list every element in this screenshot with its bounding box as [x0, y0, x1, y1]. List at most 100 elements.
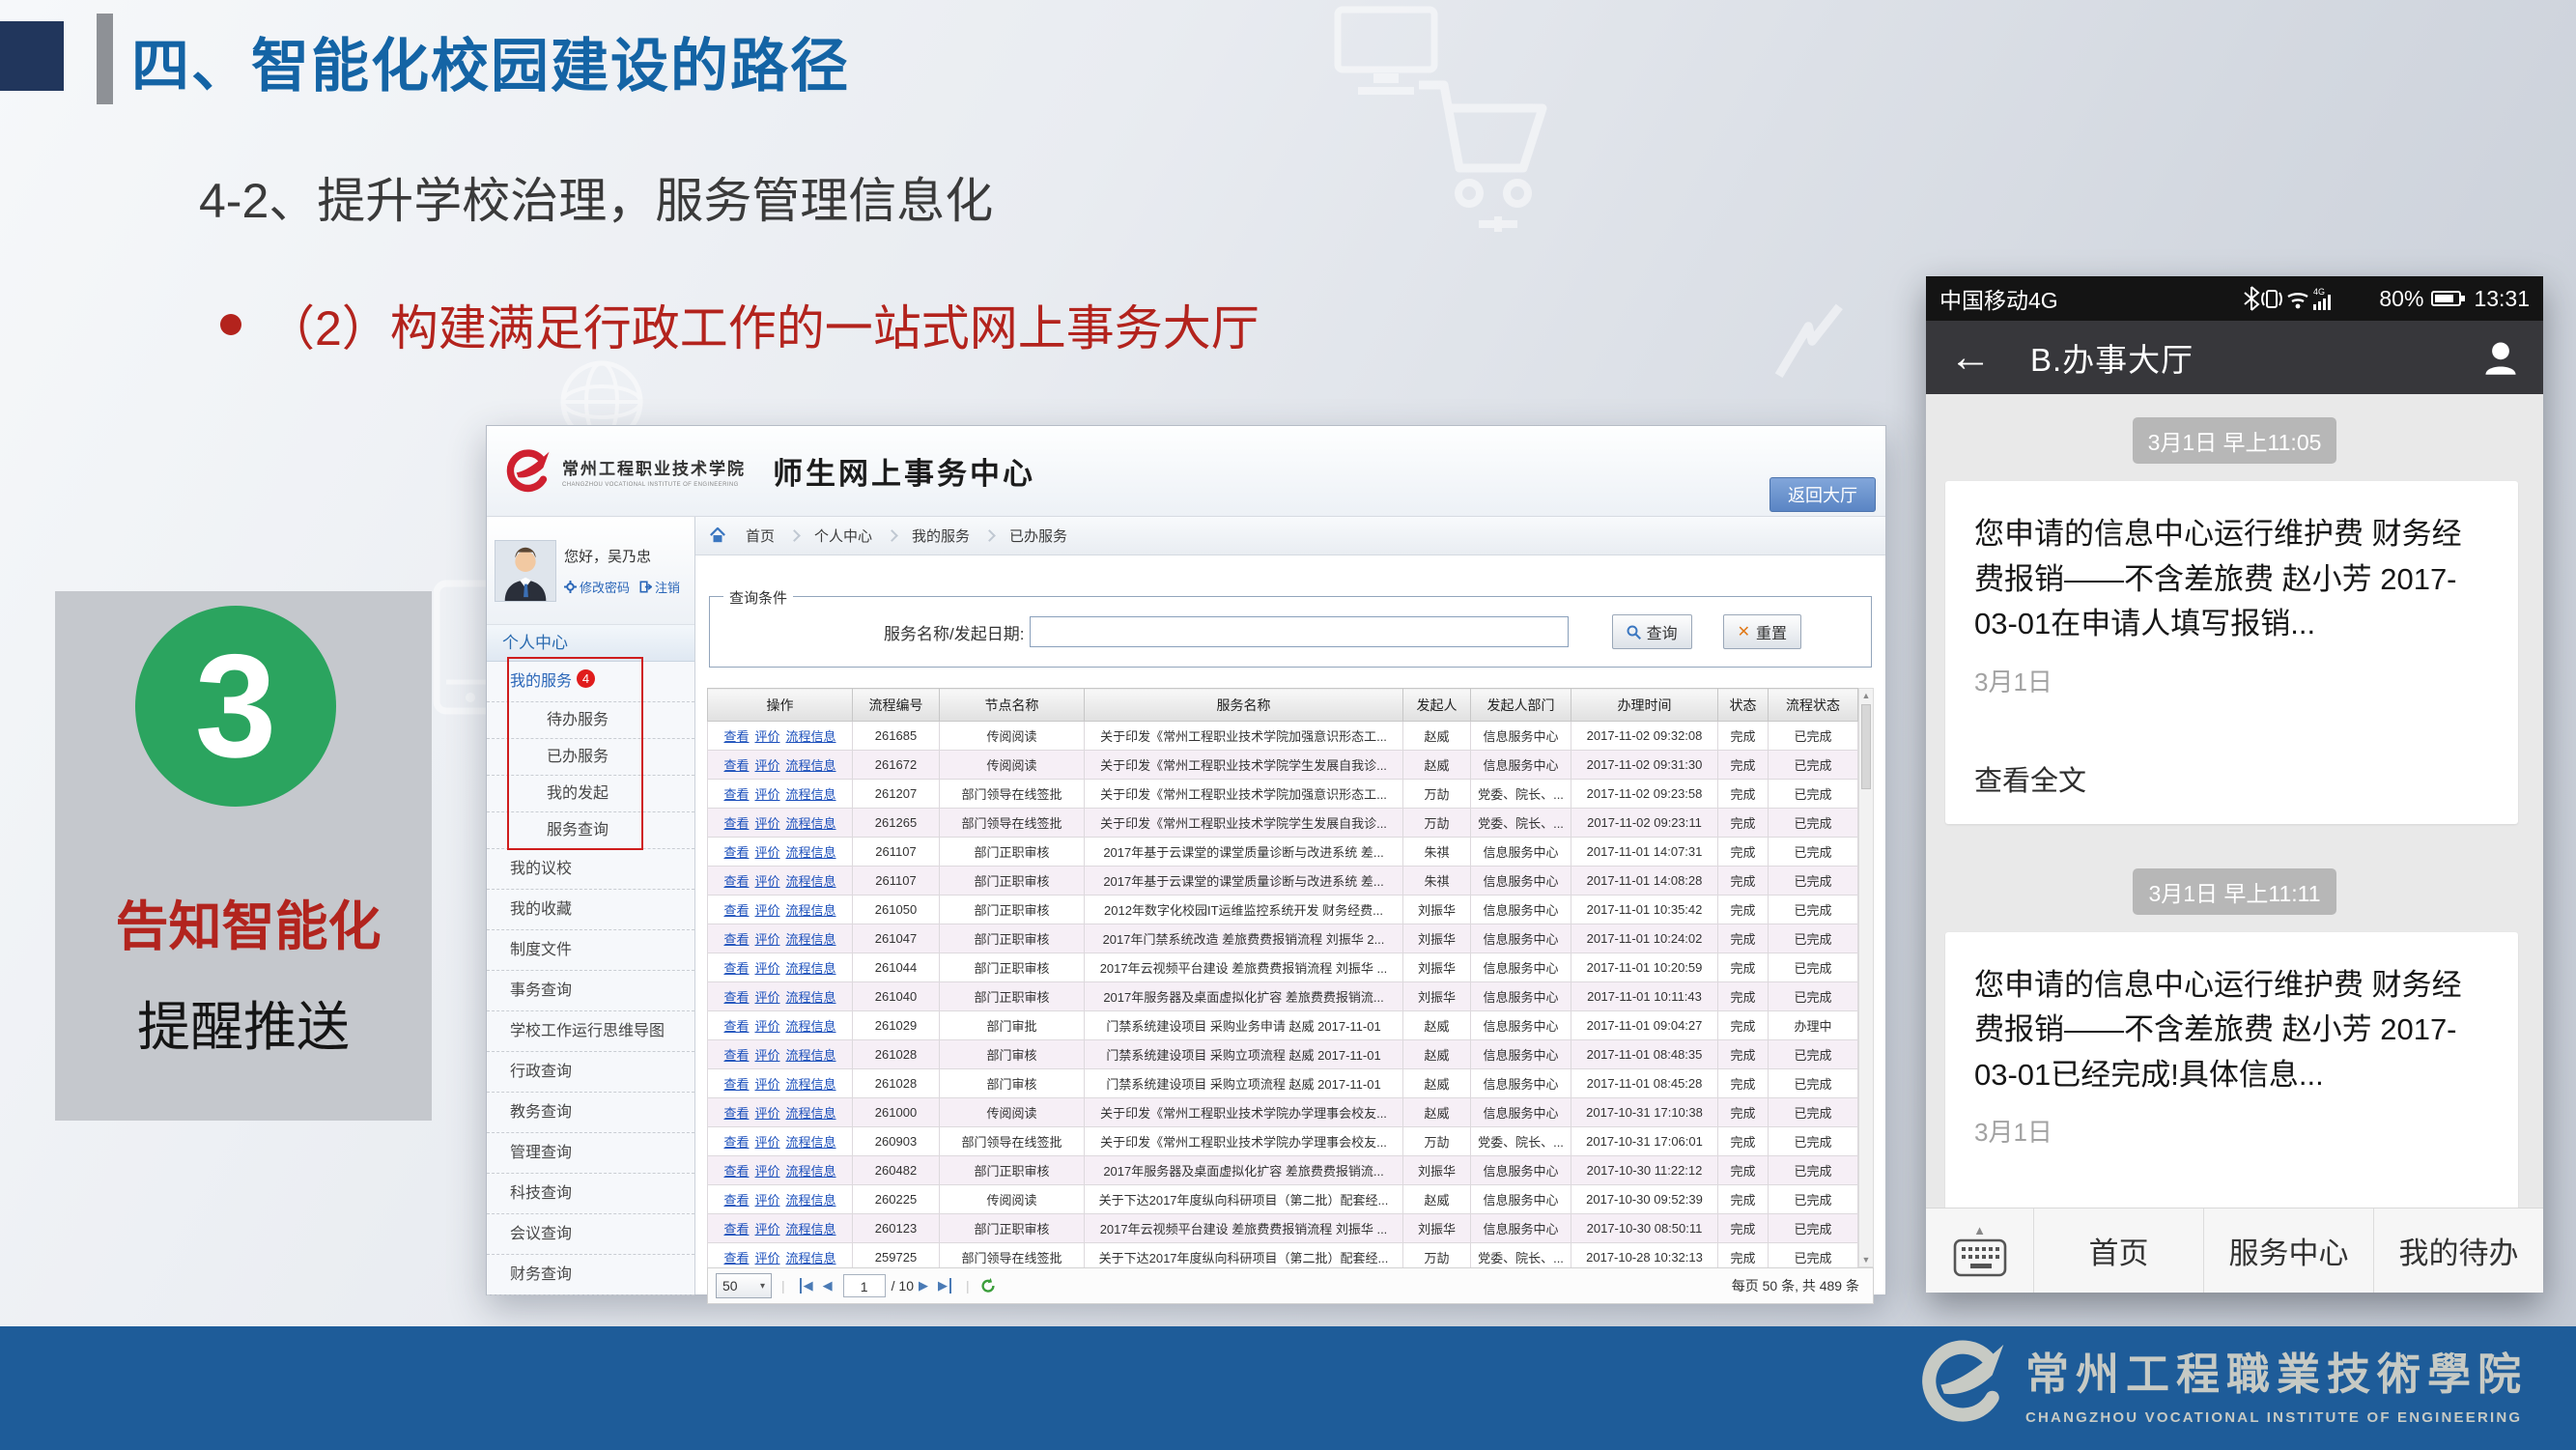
next-page-button[interactable]: ▶	[919, 1278, 928, 1294]
row-action-link[interactable]: 评价	[754, 787, 779, 802]
row-action-link[interactable]: 评价	[754, 1106, 779, 1121]
sidebar-item[interactable]: 制度文件	[487, 930, 694, 971]
row-action-link[interactable]: 查看	[723, 1222, 749, 1237]
sidebar-section-personal-center[interactable]: 个人中心	[487, 625, 694, 662]
row-action-link[interactable]: 流程信息	[786, 729, 836, 744]
row-action-link[interactable]: 查看	[723, 1019, 749, 1034]
breadcrumb-item[interactable]: 我的服务	[896, 526, 985, 546]
page-size-select[interactable]: 50▾	[716, 1273, 772, 1298]
search-button[interactable]: 查询	[1612, 614, 1692, 649]
row-action-link[interactable]: 评价	[754, 932, 779, 947]
phone-tab-首页[interactable]: 首页	[2034, 1208, 2204, 1293]
row-action-link[interactable]: 流程信息	[786, 1048, 836, 1063]
row-action-link[interactable]: 流程信息	[786, 961, 836, 976]
row-action-link[interactable]: 流程信息	[786, 932, 836, 947]
row-action-link[interactable]: 查看	[723, 1193, 749, 1208]
sidebar-item[interactable]: 科技查询	[487, 1174, 694, 1214]
row-action-link[interactable]: 流程信息	[786, 1135, 836, 1150]
last-page-button[interactable]: ▶	[938, 1278, 951, 1294]
sidebar-item[interactable]: 学校工作运行思维导图	[487, 1011, 694, 1052]
row-action-link[interactable]: 评价	[754, 1222, 779, 1237]
row-action-link[interactable]: 评价	[754, 990, 779, 1005]
breadcrumb-item[interactable]: 已办服务	[994, 526, 1083, 546]
sidebar-subitem[interactable]: 服务查询	[487, 812, 694, 849]
row-action-link[interactable]: 查看	[723, 729, 749, 744]
first-page-button[interactable]: ◀	[800, 1278, 813, 1294]
sidebar-subitem[interactable]: 我的发起	[487, 776, 694, 812]
row-action-link[interactable]: 查看	[723, 1048, 749, 1063]
row-action-link[interactable]: 评价	[754, 758, 779, 773]
row-action-link[interactable]: 查看	[723, 845, 749, 860]
row-action-link[interactable]: 流程信息	[786, 990, 836, 1005]
row-action-link[interactable]: 查看	[723, 1251, 749, 1265]
row-action-link[interactable]: 流程信息	[786, 758, 836, 773]
row-action-link[interactable]: 查看	[723, 1106, 749, 1121]
row-action-link[interactable]: 评价	[754, 1135, 779, 1150]
breadcrumb-item[interactable]: 个人中心	[799, 526, 888, 546]
row-action-link[interactable]: 评价	[754, 961, 779, 976]
row-action-link[interactable]: 流程信息	[786, 874, 836, 889]
scrollbar-thumb[interactable]	[1861, 704, 1871, 789]
row-action-link[interactable]: 评价	[754, 1048, 779, 1063]
row-action-link[interactable]: 流程信息	[786, 845, 836, 860]
row-action-link[interactable]: 查看	[723, 990, 749, 1005]
message-card[interactable]: 您申请的信息中心运行维护费 财务经费报销——不含差旅费 赵小芳 2017-03-…	[1945, 481, 2518, 824]
change-password-link[interactable]: 修改密码	[564, 578, 630, 596]
row-action-link[interactable]: 查看	[723, 1164, 749, 1179]
logout-link[interactable]: 注销	[639, 578, 680, 596]
row-action-link[interactable]: 评价	[754, 874, 779, 889]
row-action-link[interactable]: 查看	[723, 932, 749, 947]
scroll-up-icon[interactable]: ▲	[1859, 691, 1873, 700]
row-action-link[interactable]: 流程信息	[786, 903, 836, 918]
breadcrumb-item[interactable]: 首页	[730, 526, 790, 546]
sidebar-item[interactable]: 会议查询	[487, 1214, 694, 1255]
reset-button[interactable]: ✕ 重置	[1723, 614, 1801, 649]
row-action-link[interactable]: 查看	[723, 816, 749, 831]
sidebar-item-my-service[interactable]: 我的服务4	[487, 662, 694, 702]
sidebar-item[interactable]: 行政查询	[487, 1052, 694, 1093]
row-action-link[interactable]: 流程信息	[786, 1106, 836, 1121]
sidebar-item[interactable]: 我的收藏	[487, 890, 694, 930]
row-action-link[interactable]: 查看	[723, 874, 749, 889]
phone-tab-服务中心[interactable]: 服务中心	[2204, 1208, 2374, 1293]
sidebar-item[interactable]: 教务查询	[487, 1093, 694, 1133]
row-action-link[interactable]: 评价	[754, 903, 779, 918]
page-number-input[interactable]: 1	[843, 1274, 886, 1297]
row-action-link[interactable]: 评价	[754, 1164, 779, 1179]
sidebar-item[interactable]: 我的议校	[487, 849, 694, 890]
row-action-link[interactable]: 评价	[754, 729, 779, 744]
row-action-link[interactable]: 查看	[723, 1077, 749, 1092]
sidebar-subitem[interactable]: 待办服务	[487, 702, 694, 739]
row-action-link[interactable]: 流程信息	[786, 816, 836, 831]
row-action-link[interactable]: 流程信息	[786, 787, 836, 802]
sidebar-item[interactable]: 管理查询	[487, 1133, 694, 1174]
sidebar-subitem[interactable]: 已办服务	[487, 739, 694, 776]
back-arrow-icon[interactable]: ←	[1949, 336, 1992, 379]
row-action-link[interactable]: 查看	[723, 961, 749, 976]
profile-icon[interactable]	[2481, 338, 2520, 377]
row-action-link[interactable]: 评价	[754, 816, 779, 831]
keyboard-button[interactable]: ▲	[1926, 1208, 2034, 1293]
row-action-link[interactable]: 流程信息	[786, 1193, 836, 1208]
sidebar-item[interactable]: 财务查询	[487, 1255, 694, 1295]
row-action-link[interactable]: 流程信息	[786, 1222, 836, 1237]
row-action-link[interactable]: 评价	[754, 1193, 779, 1208]
message-card[interactable]: 您申请的信息中心运行维护费 财务经费报销——不含差旅费 赵小芳 2017-03-…	[1945, 932, 2518, 1208]
phone-tab-我的待办[interactable]: 我的待办	[2374, 1208, 2543, 1293]
row-action-link[interactable]: 查看	[723, 903, 749, 918]
table-scrollbar[interactable]: ▲ ▼	[1858, 688, 1874, 1267]
row-action-link[interactable]: 评价	[754, 1077, 779, 1092]
refresh-icon[interactable]	[979, 1277, 997, 1294]
prev-page-button[interactable]: ◀	[823, 1278, 833, 1294]
row-action-link[interactable]: 流程信息	[786, 1077, 836, 1092]
row-action-link[interactable]: 流程信息	[786, 1251, 836, 1265]
view-full-text-link[interactable]: 查看全文	[1974, 758, 2489, 799]
row-action-link[interactable]: 流程信息	[786, 1019, 836, 1034]
row-action-link[interactable]: 评价	[754, 1251, 779, 1265]
row-action-link[interactable]: 查看	[723, 1135, 749, 1150]
scroll-down-icon[interactable]: ▼	[1859, 1255, 1873, 1265]
back-to-hall-button[interactable]: 返回大厅	[1769, 477, 1876, 512]
row-action-link[interactable]: 查看	[723, 787, 749, 802]
row-action-link[interactable]: 流程信息	[786, 1164, 836, 1179]
sidebar-item[interactable]: 事务查询	[487, 971, 694, 1011]
